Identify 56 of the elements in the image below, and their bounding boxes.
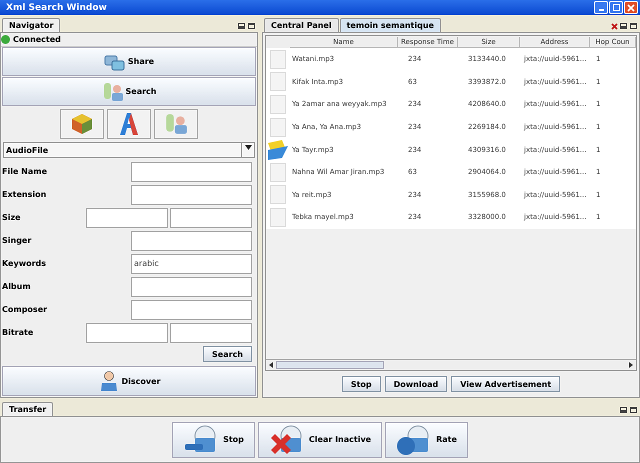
min-field[interactable] [86, 322, 168, 342]
panel-tab[interactable]: Central Panel [264, 18, 339, 32]
text-field[interactable] [131, 184, 252, 204]
text-field[interactable] [131, 162, 252, 182]
letter-button[interactable] [107, 109, 151, 139]
share-button[interactable]: Share [2, 47, 256, 76]
field-label: Composer [1, 305, 48, 314]
transfer-tab[interactable]: Transfer [2, 402, 54, 416]
status-text: Connected [13, 35, 61, 44]
clear-button[interactable]: Clear Inactive [258, 422, 382, 458]
text-field[interactable] [131, 300, 252, 320]
field-label: Keywords [1, 259, 48, 268]
field-label: Singer [1, 236, 32, 245]
window-title: Xml Search Window [6, 2, 108, 12]
panel-tab[interactable]: temoin semantique [340, 18, 441, 32]
min-field[interactable] [86, 208, 168, 228]
text-field[interactable] [131, 276, 252, 296]
restore-button[interactable] [609, 1, 623, 14]
rate-button[interactable]: Rate [385, 422, 468, 458]
discover-button[interactable]: Discover [2, 366, 256, 396]
field-label: Bitrate [1, 328, 34, 337]
dropdown-arrow-icon[interactable] [244, 145, 252, 150]
action-button[interactable]: Stop [342, 376, 381, 392]
close-icon[interactable] [611, 23, 618, 30]
minimize-button[interactable] [594, 1, 608, 14]
field-label: Album [1, 282, 32, 291]
field-label: Size [1, 213, 22, 222]
people-icon [102, 80, 124, 102]
close-icon [627, 4, 635, 12]
close-button[interactable] [624, 1, 638, 14]
search-button[interactable]: Search [203, 346, 252, 362]
folder-icon [268, 140, 288, 160]
text-field[interactable]: arabic [131, 254, 252, 274]
action-button[interactable]: View Advertisement [451, 376, 560, 392]
max-field[interactable] [170, 322, 252, 342]
maximize-icon[interactable] [630, 407, 637, 413]
cube-icon [70, 112, 94, 136]
field-label: File Name [1, 167, 48, 176]
text-field[interactable] [131, 230, 252, 250]
minimize-icon[interactable] [238, 23, 245, 29]
maximize-icon[interactable] [630, 23, 637, 29]
action-button[interactable]: Download [384, 376, 448, 392]
max-field[interactable] [170, 208, 252, 228]
search-button[interactable]: Search [2, 77, 256, 106]
people-button[interactable] [154, 109, 198, 139]
field-label: Extension [1, 190, 48, 199]
cube-button[interactable] [60, 109, 104, 139]
file-type-dropdown[interactable]: AudioFile [3, 142, 255, 158]
minimize-icon[interactable] [620, 407, 627, 413]
navigator-tab[interactable]: Navigator [2, 18, 60, 32]
minimize-icon[interactable] [620, 23, 627, 29]
horizontal-scrollbar[interactable] [266, 359, 636, 370]
stop-button[interactable]: Stop [172, 422, 255, 458]
letter-icon [117, 111, 141, 137]
people-icon [164, 112, 188, 136]
maximize-icon[interactable] [248, 23, 255, 29]
